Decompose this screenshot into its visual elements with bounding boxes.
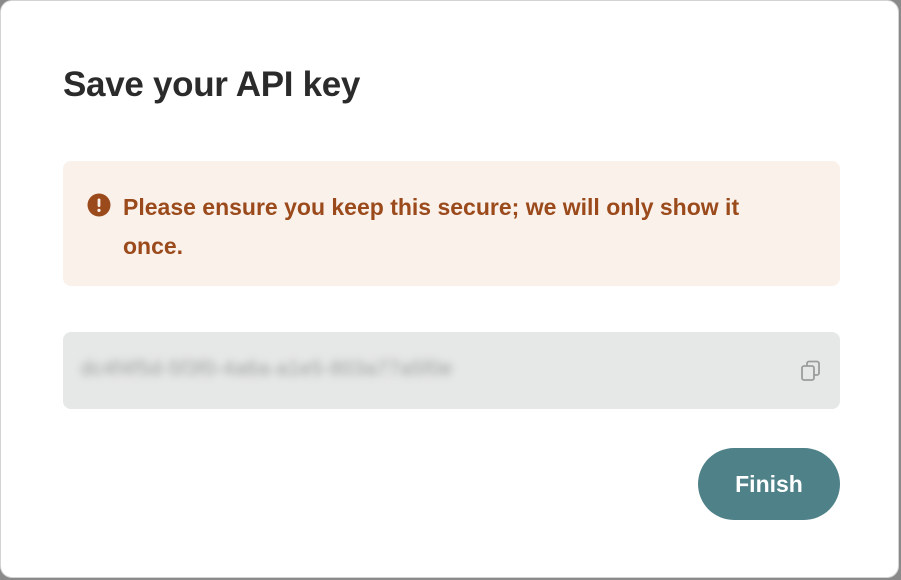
copy-icon[interactable] xyxy=(798,358,824,384)
warning-message: Please ensure you keep this secure; we w… xyxy=(123,194,740,259)
api-key-dialog: Save your API key Please ensure you keep… xyxy=(0,0,899,578)
api-key-value: dc4f4f5d-5f3f0-4a6a-a1e5-803a77a5f0e xyxy=(81,358,453,380)
warning-banner: Please ensure you keep this secure; we w… xyxy=(63,161,840,286)
exclamation-circle-icon xyxy=(87,193,111,217)
api-key-field[interactable]: dc4f4f5d-5f3f0-4a6a-a1e5-803a77a5f0e xyxy=(63,332,840,409)
dialog-title: Save your API key xyxy=(63,65,361,104)
finish-button[interactable]: Finish xyxy=(698,448,840,520)
